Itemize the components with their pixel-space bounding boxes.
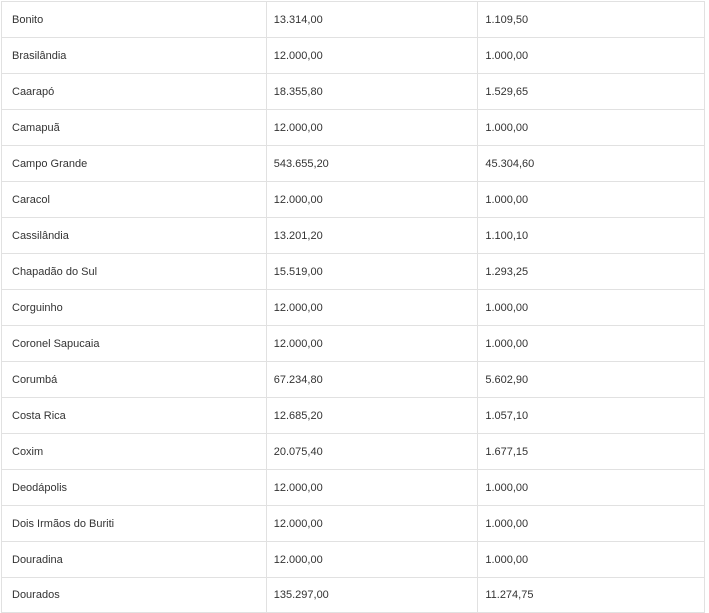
municipality-cell: Dourados bbox=[1, 577, 267, 613]
annual-value-cell: 12.000,00 bbox=[265, 109, 479, 146]
annual-value-cell: 67.234,80 bbox=[265, 361, 479, 398]
municipality-cell: Corumbá bbox=[1, 361, 267, 398]
annual-value-cell: 12.000,00 bbox=[265, 325, 479, 362]
municipality-cell: Caarapó bbox=[1, 73, 267, 110]
annual-value-cell: 13.314,00 bbox=[265, 1, 479, 38]
monthly-value-cell: 1.000,00 bbox=[477, 469, 705, 506]
table-row: Caracol 12.000,00 1.000,00 bbox=[1, 181, 705, 218]
table-row: Costa Rica 12.685,20 1.057,10 bbox=[1, 397, 705, 434]
table-row: Corumbá 67.234,80 5.602,90 bbox=[1, 361, 705, 398]
table-row: Campo Grande 543.655,20 45.304,60 bbox=[1, 145, 705, 182]
table-body: Bonito 13.314,00 1.109,50 Brasilândia 12… bbox=[1, 1, 705, 613]
monthly-value-cell: 1.000,00 bbox=[477, 109, 705, 146]
monthly-value-cell: 1.000,00 bbox=[477, 505, 705, 542]
monthly-value-cell: 1.529,65 bbox=[477, 73, 705, 110]
monthly-value-cell: 1.293,25 bbox=[477, 253, 705, 290]
municipality-cell: Douradina bbox=[1, 541, 267, 578]
monthly-value-cell: 1.677,15 bbox=[477, 433, 705, 470]
monthly-value-cell: 1.000,00 bbox=[477, 289, 705, 326]
table-row: Coronel Sapucaia 12.000,00 1.000,00 bbox=[1, 325, 705, 362]
municipality-cell: Caracol bbox=[1, 181, 267, 218]
annual-value-cell: 12.000,00 bbox=[265, 505, 479, 542]
monthly-value-cell: 1.000,00 bbox=[477, 37, 705, 74]
municipality-cell: Brasilândia bbox=[1, 37, 267, 74]
municipality-cell: Camapuã bbox=[1, 109, 267, 146]
municipality-cell: Campo Grande bbox=[1, 145, 267, 182]
municipality-cell: Bonito bbox=[1, 1, 267, 38]
annual-value-cell: 15.519,00 bbox=[265, 253, 479, 290]
monthly-value-cell: 1.000,00 bbox=[477, 325, 705, 362]
annual-value-cell: 543.655,20 bbox=[265, 145, 479, 182]
municipality-table: Bonito 13.314,00 1.109,50 Brasilândia 12… bbox=[1, 1, 705, 613]
monthly-value-cell: 1.000,00 bbox=[477, 541, 705, 578]
table-row: Chapadão do Sul 15.519,00 1.293,25 bbox=[1, 253, 705, 290]
table-row: Coxim 20.075,40 1.677,15 bbox=[1, 433, 705, 470]
monthly-value-cell: 1.100,10 bbox=[477, 217, 705, 254]
municipality-cell: Dois Irmãos do Buriti bbox=[1, 505, 267, 542]
annual-value-cell: 12.000,00 bbox=[265, 289, 479, 326]
municipality-cell: Chapadão do Sul bbox=[1, 253, 267, 290]
table-row: Dourados 135.297,00 11.274,75 bbox=[1, 577, 705, 613]
table-row: Cassilândia 13.201,20 1.100,10 bbox=[1, 217, 705, 254]
annual-value-cell: 135.297,00 bbox=[265, 577, 479, 613]
municipality-cell: Deodápolis bbox=[1, 469, 267, 506]
table-row: Bonito 13.314,00 1.109,50 bbox=[1, 1, 705, 38]
table-row: Deodápolis 12.000,00 1.000,00 bbox=[1, 469, 705, 506]
monthly-value-cell: 11.274,75 bbox=[477, 577, 705, 613]
annual-value-cell: 18.355,80 bbox=[265, 73, 479, 110]
monthly-value-cell: 45.304,60 bbox=[477, 145, 705, 182]
municipality-cell: Cassilândia bbox=[1, 217, 267, 254]
table-row: Douradina 12.000,00 1.000,00 bbox=[1, 541, 705, 578]
municipality-cell: Coronel Sapucaia bbox=[1, 325, 267, 362]
annual-value-cell: 13.201,20 bbox=[265, 217, 479, 254]
monthly-value-cell: 1.109,50 bbox=[477, 1, 705, 38]
table-row: Caarapó 18.355,80 1.529,65 bbox=[1, 73, 705, 110]
municipality-cell: Coxim bbox=[1, 433, 267, 470]
annual-value-cell: 12.000,00 bbox=[265, 181, 479, 218]
monthly-value-cell: 1.000,00 bbox=[477, 181, 705, 218]
table-row: Corguinho 12.000,00 1.000,00 bbox=[1, 289, 705, 326]
municipality-cell: Costa Rica bbox=[1, 397, 267, 434]
annual-value-cell: 12.000,00 bbox=[265, 541, 479, 578]
annual-value-cell: 12.685,20 bbox=[265, 397, 479, 434]
annual-value-cell: 12.000,00 bbox=[265, 469, 479, 506]
monthly-value-cell: 1.057,10 bbox=[477, 397, 705, 434]
table-row: Camapuã 12.000,00 1.000,00 bbox=[1, 109, 705, 146]
table-row: Brasilândia 12.000,00 1.000,00 bbox=[1, 37, 705, 74]
municipality-cell: Corguinho bbox=[1, 289, 267, 326]
annual-value-cell: 20.075,40 bbox=[265, 433, 479, 470]
annual-value-cell: 12.000,00 bbox=[265, 37, 479, 74]
table-row: Dois Irmãos do Buriti 12.000,00 1.000,00 bbox=[1, 505, 705, 542]
monthly-value-cell: 5.602,90 bbox=[477, 361, 705, 398]
